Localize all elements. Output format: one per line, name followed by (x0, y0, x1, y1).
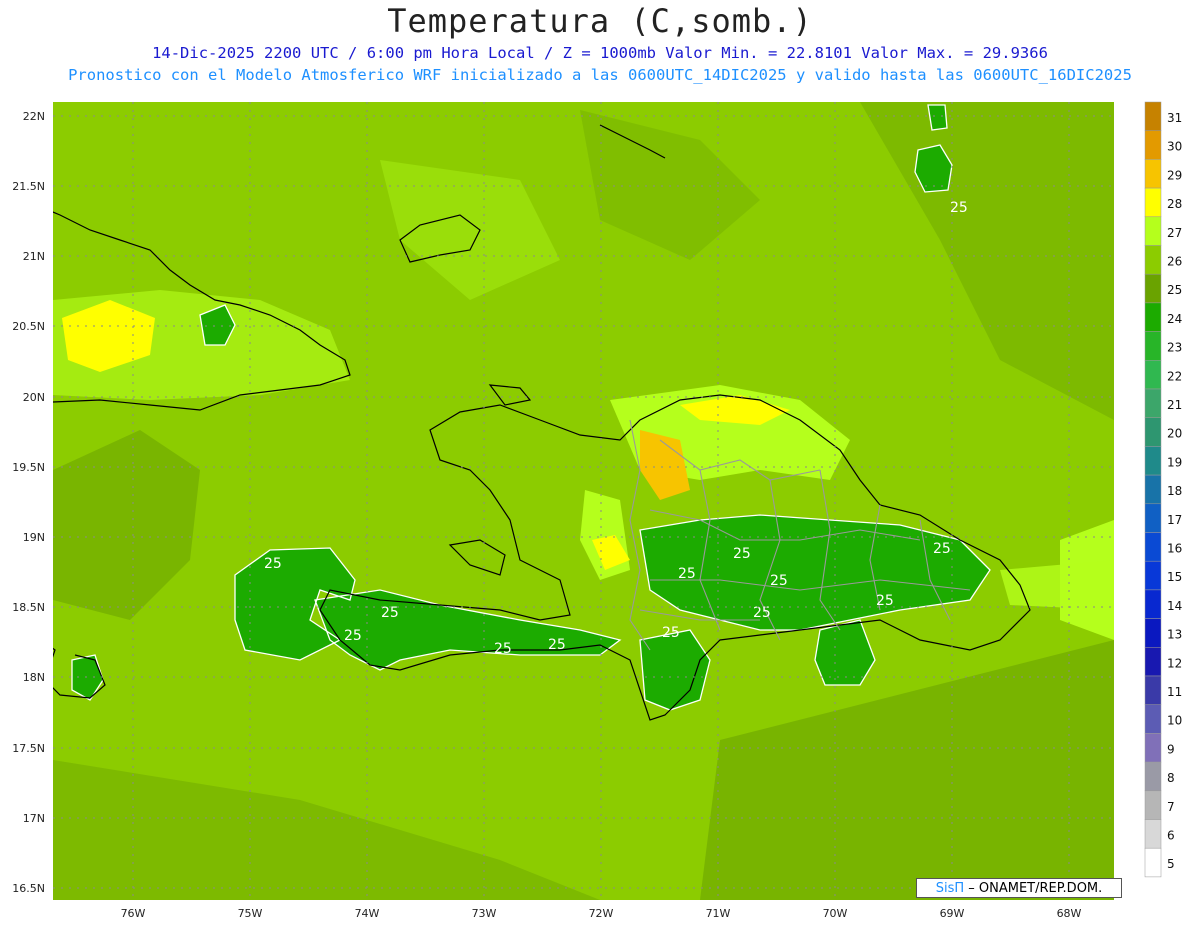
colorbar: 31 30 29 28 27 26 25 24 23 22 21 20 19 18 17 16 15 14 13 12… (1144, 101, 1182, 878)
contour-label: 25 (950, 200, 968, 216)
temperature-map: 25 25 25 25 25 25 25 25 25 25 25 25 25 2… (12, 101, 1182, 920)
colorbar-swatch (1144, 474, 1162, 505)
colorbar-label: 31 (1167, 111, 1182, 125)
colorbar-swatch (1144, 130, 1162, 160)
colorbar-swatch (1144, 675, 1162, 705)
colorbar-swatch (1144, 101, 1162, 131)
colorbar-label: 22 (1167, 369, 1182, 383)
lon-label: 68W (1057, 907, 1082, 920)
colorbar-swatch (1144, 302, 1162, 332)
colorbar-label: 23 (1167, 341, 1182, 355)
lon-label: 69W (940, 907, 965, 920)
colorbar-swatch (1144, 503, 1162, 533)
colorbar-label: 17 (1167, 513, 1182, 527)
colorbar-swatch (1144, 790, 1162, 820)
colorbar-swatch (1144, 331, 1162, 361)
colorbar-label: 12 (1167, 656, 1182, 670)
colorbar-label: 24 (1167, 312, 1182, 326)
contour-label: 25 (548, 637, 566, 653)
colorbar-swatch (1144, 360, 1162, 390)
colorbar-swatch (1144, 618, 1162, 648)
lon-label: 74W (355, 907, 380, 920)
colorbar-swatch (1144, 388, 1162, 418)
colorbar-swatch (1144, 187, 1162, 218)
temperature-field: 25 25 25 25 25 25 25 25 25 25 25 25 25 (53, 102, 1114, 900)
colorbar-label: 15 (1167, 570, 1182, 584)
lon-label: 70W (823, 907, 848, 920)
colorbar-label: 6 (1167, 829, 1175, 843)
contour-label: 25 (678, 566, 696, 582)
colorbar-swatch (1144, 446, 1162, 476)
lon-label: 75W (238, 907, 263, 920)
lat-label: 22N (23, 110, 45, 123)
colorbar-label: 28 (1167, 197, 1182, 211)
lon-label: 73W (472, 907, 497, 920)
lat-label: 20.5N (12, 320, 45, 333)
contour-label: 25 (264, 556, 282, 572)
colorbar-label: 25 (1167, 283, 1182, 297)
lat-label: 19N (23, 531, 45, 544)
colorbar-swatch (1144, 159, 1162, 189)
colorbar-label: 30 (1167, 140, 1182, 154)
colorbar-label: 18 (1167, 484, 1182, 498)
lat-label: 18.5N (12, 601, 45, 614)
contour-label: 25 (662, 625, 680, 641)
colorbar-label: 9 (1167, 742, 1175, 756)
brand-logo-text: SisΠ (935, 881, 965, 896)
lat-label: 21.5N (12, 180, 45, 193)
colorbar-label: 7 (1167, 800, 1175, 814)
colorbar-swatch (1144, 216, 1162, 246)
lat-label: 17.5N (12, 742, 45, 755)
contour-label: 25 (733, 546, 751, 562)
colorbar-label: 21 (1167, 398, 1182, 412)
credit-text: – ONAMET/REP.DOM. (964, 881, 1103, 896)
colorbar-swatch (1144, 417, 1162, 447)
colorbar-swatch (1144, 273, 1162, 304)
lat-label: 17N (23, 812, 45, 825)
colorbar-swatch (1144, 560, 1162, 591)
lon-label: 76W (121, 907, 146, 920)
colorbar-label: 29 (1167, 168, 1182, 182)
lon-label: 72W (589, 907, 614, 920)
colorbar-label: 14 (1167, 599, 1182, 613)
colorbar-label: 27 (1167, 226, 1182, 240)
colorbar-label: 16 (1167, 542, 1182, 556)
contour-label: 25 (344, 628, 362, 644)
colorbar-label: 11 (1167, 685, 1182, 699)
colorbar-swatch (1144, 245, 1162, 275)
colorbar-label: 20 (1167, 427, 1182, 441)
contour-label: 25 (933, 541, 951, 557)
contour-label: 25 (753, 605, 771, 621)
colorbar-swatch (1144, 589, 1162, 619)
colorbar-swatch (1144, 704, 1162, 734)
colorbar-label: 19 (1167, 455, 1182, 469)
lat-label: 16.5N (12, 882, 45, 895)
colorbar-swatch (1144, 733, 1162, 763)
lat-label: 18N (23, 671, 45, 684)
contour-label: 25 (770, 573, 788, 589)
lat-label: 19.5N (12, 461, 45, 474)
contour-label: 25 (494, 641, 512, 657)
colorbar-swatch (1144, 647, 1162, 677)
colorbar-swatch (1144, 532, 1162, 562)
credit-box: SisΠ – ONAMET/REP.DOM. (916, 878, 1122, 898)
colorbar-swatch (1144, 847, 1162, 878)
longitude-axis: 76W 75W 74W 73W 72W 71W 70W 69W 68W (121, 907, 1082, 920)
colorbar-swatch (1144, 761, 1162, 792)
lat-label: 21N (23, 250, 45, 263)
colorbar-label: 26 (1167, 255, 1182, 269)
lon-label: 71W (706, 907, 731, 920)
colorbar-label: 10 (1167, 714, 1182, 728)
lat-label: 20N (23, 391, 45, 404)
colorbar-label: 5 (1167, 857, 1175, 871)
latitude-axis: 22N 21.5N 21N 20.5N 20N 19.5N 19N 18.5N … (12, 110, 45, 895)
colorbar-swatch (1144, 819, 1162, 849)
colorbar-label: 13 (1167, 628, 1182, 642)
colorbar-label: 8 (1167, 771, 1175, 785)
